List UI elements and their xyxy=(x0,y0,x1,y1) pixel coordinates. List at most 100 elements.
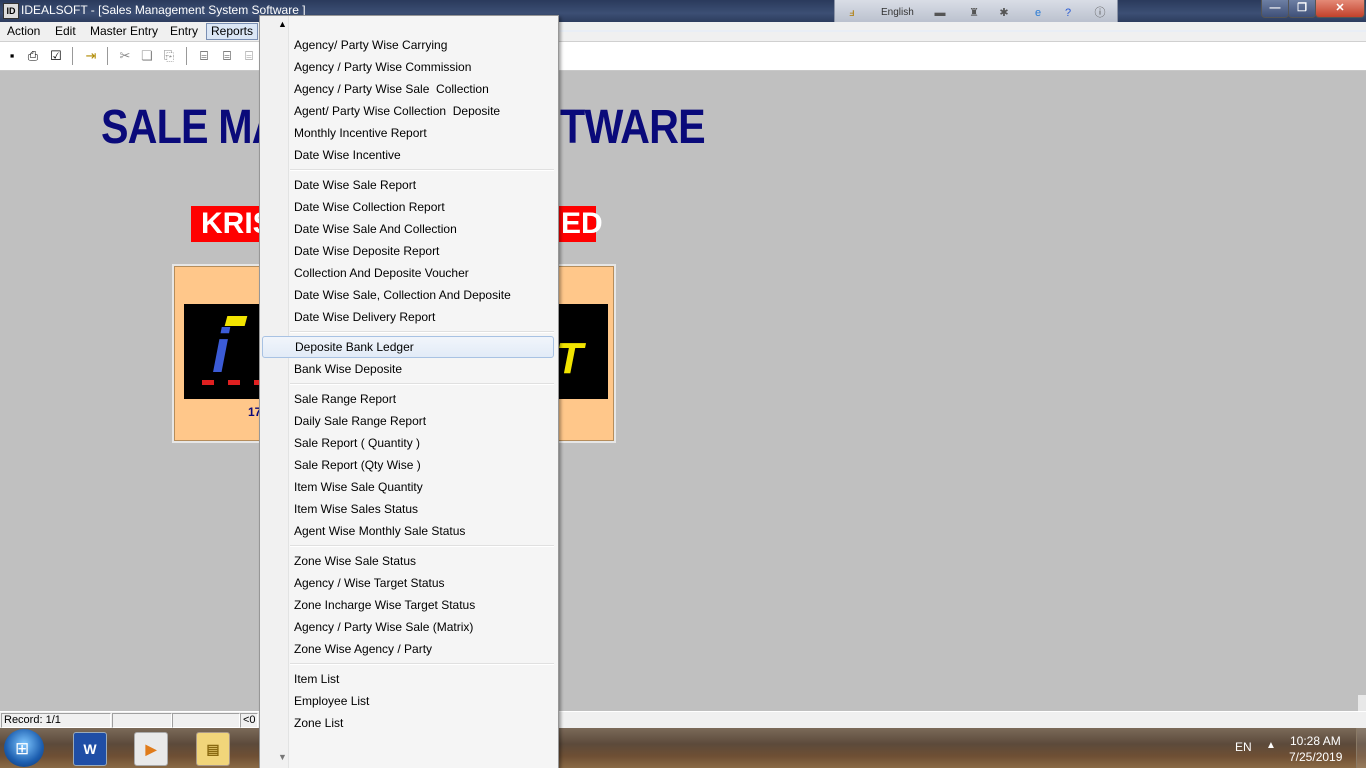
toolbar-separator xyxy=(186,47,187,65)
scroll-up-icon[interactable]: ▲ xyxy=(278,19,287,29)
menu-item-date-wise-deposite-report[interactable]: Date Wise Deposite Report xyxy=(262,240,552,262)
menu-item-daily-sale-range-report[interactable]: Daily Sale Range Report xyxy=(262,410,552,432)
menu-item-label: Date Wise Delivery Report xyxy=(294,310,436,324)
start-button[interactable]: ⊞ xyxy=(4,729,44,767)
menu-item-date-wise-sale-collection-and-deposite[interactable]: Date Wise Sale, Collection And Deposite xyxy=(262,284,552,306)
print-icon[interactable]: ⎙ xyxy=(24,47,42,65)
media-player-icon[interactable]: ▶ xyxy=(134,732,168,766)
logo-letter: i xyxy=(212,317,230,386)
menu-item-date-wise-collection-report[interactable]: Date Wise Collection Report xyxy=(262,196,552,218)
help-icon[interactable]: ? xyxy=(1061,7,1075,19)
menu-item-label: Agency / Wise Target Status xyxy=(294,576,445,590)
save-icon[interactable]: ▪ xyxy=(3,47,21,65)
language-indicator[interactable]: EN xyxy=(1235,740,1252,754)
menu-separator xyxy=(290,663,554,665)
menu-item-agent-wise-monthly-sale-status[interactable]: Agent Wise Monthly Sale Status xyxy=(262,520,552,542)
toolbar-icon[interactable]: ♜ xyxy=(967,7,981,19)
menu-item-label: Zone Wise Agency / Party xyxy=(294,642,433,656)
menu-item-agency-party-wise-sale-collection[interactable]: Agency / Party Wise Sale Collection xyxy=(262,78,552,100)
menu-item-item-wise-sales-status[interactable]: Item Wise Sales Status xyxy=(262,498,552,520)
toolbar-separator xyxy=(107,47,108,65)
language-label[interactable]: English xyxy=(881,7,914,18)
menu-action[interactable]: Action xyxy=(3,23,44,40)
info-icon[interactable]: ⓘ xyxy=(1093,7,1107,19)
menu-item-label: Zone List xyxy=(294,716,344,730)
menu-item-employee-list[interactable]: Employee List xyxy=(262,690,552,712)
menu-item-label: Agency / Party Wise Sale (Matrix) xyxy=(294,620,474,634)
menu-item-monthly-incentive-report[interactable]: Monthly Incentive Report xyxy=(262,122,552,144)
menu-item-label: Agency / Party Wise Sale Collection xyxy=(294,82,489,96)
menu-item-label: Agency/ Party Wise Carrying xyxy=(294,38,448,52)
browser-icon[interactable]: e xyxy=(1031,7,1045,19)
menu-item-sale-report-quantity[interactable]: Sale Report ( Quantity ) xyxy=(262,432,552,454)
menu-item-date-wise-incentive[interactable]: Date Wise Incentive xyxy=(262,144,552,166)
clock-date[interactable]: 7/25/2019 xyxy=(1289,750,1342,764)
menu-item-agency-party-wise-commission[interactable]: Agency / Party Wise Commission xyxy=(262,56,552,78)
menu-item-zone-list[interactable]: Zone List xyxy=(262,712,552,734)
print-preview-icon[interactable]: ☑ xyxy=(47,47,65,65)
menu-item-label: Date Wise Sale And Collection xyxy=(294,222,457,236)
query-run-icon[interactable]: ⌸ xyxy=(218,47,236,65)
menu-item-item-list[interactable]: Item List xyxy=(262,668,552,690)
cut-icon[interactable]: ✂ xyxy=(116,47,134,65)
menu-item-item-wise-sale-quantity[interactable]: Item Wise Sale Quantity xyxy=(262,476,552,498)
menu-item-agency-wise-target-status[interactable]: Agency / Wise Target Status xyxy=(262,572,552,594)
menu-item-date-wise-delivery-report[interactable]: Date Wise Delivery Report xyxy=(262,306,552,328)
menu-item-collection-and-deposite-voucher[interactable]: Collection And Deposite Voucher xyxy=(262,262,552,284)
maximize-button[interactable]: ❐ xyxy=(1288,0,1316,18)
clock-time[interactable]: 10:28 AM xyxy=(1290,734,1341,748)
keyboard-icon[interactable]: ▬ xyxy=(933,7,947,19)
menu-item-label: Item List xyxy=(294,672,340,686)
query-icon[interactable]: ⌸ xyxy=(195,47,213,65)
menu-item-label: Employee List xyxy=(294,694,370,708)
menu-item-date-wise-sale-report[interactable]: Date Wise Sale Report xyxy=(262,174,552,196)
menu-edit[interactable]: Edit xyxy=(51,23,80,40)
menu-item-label: Date Wise Sale, Collection And Deposite xyxy=(294,288,511,302)
menu-item-zone-wise-sale-status[interactable]: Zone Wise Sale Status xyxy=(262,550,552,572)
menu-item-label: Date Wise Incentive xyxy=(294,148,401,162)
menu-item-deposite-bank-ledger[interactable]: Deposite Bank Ledger xyxy=(262,336,554,358)
menu-item-zone-incharge-wise-target-status[interactable]: Zone Incharge Wise Target Status xyxy=(262,594,552,616)
exit-icon[interactable]: ⇥ xyxy=(82,47,100,65)
reports-dropdown: ▲ Agency/ Party Wise Carrying Agency / Pa… xyxy=(259,15,559,768)
menu-item-sale-range-report[interactable]: Sale Range Report xyxy=(262,388,552,410)
menu-bar-divider xyxy=(557,30,1366,32)
menu-item-label: Agency / Party Wise Commission xyxy=(294,60,472,74)
copy-icon[interactable]: ❏ xyxy=(138,47,156,65)
menu-item-label: Zone Wise Sale Status xyxy=(294,554,417,568)
menu-item-sale-report-qty-wise[interactable]: Sale Report (Qty Wise ) xyxy=(262,454,552,476)
menu-item-zone-wise-agency-party[interactable]: Zone Wise Agency / Party xyxy=(262,638,552,660)
menu-item-label: Daily Sale Range Report xyxy=(294,414,427,428)
tray-expand-icon[interactable]: ▲ xyxy=(1266,740,1276,751)
menu-bar: Action Edit Master Entry Entry Reports xyxy=(0,22,1366,42)
menu-item-bank-wise-deposite[interactable]: Bank Wise Deposite xyxy=(262,358,552,380)
app-icon[interactable]: ID xyxy=(3,3,19,19)
file-explorer-icon[interactable]: ▤ xyxy=(196,732,230,766)
settings-icon[interactable]: ✱ xyxy=(997,7,1011,19)
menu-separator xyxy=(290,169,554,171)
menu-item-date-wise-sale-and-collection[interactable]: Date Wise Sale And Collection xyxy=(262,218,552,240)
menu-item-label: Date Wise Sale Report xyxy=(294,178,417,192)
show-desktop-button[interactable] xyxy=(1356,728,1366,768)
scroll-down-icon[interactable]: ▼ xyxy=(278,752,287,762)
menu-reports[interactable]: Reports xyxy=(206,23,259,40)
paste-icon[interactable]: ⎘ xyxy=(160,47,178,65)
status-cell xyxy=(112,713,172,728)
menu-entry[interactable]: Entry xyxy=(166,23,202,40)
word-icon[interactable]: W xyxy=(73,732,107,766)
menu-item-agency-party-wise-sale-matrix[interactable]: Agency / Party Wise Sale (Matrix) xyxy=(262,616,552,638)
menu-item-agency-party-wise-carrying[interactable]: Agency/ Party Wise Carrying xyxy=(262,34,552,56)
menu-item-agent-party-wise-collection-deposite[interactable]: Agent/ Party Wise Collection Deposite xyxy=(262,100,552,122)
menu-master-entry[interactable]: Master Entry xyxy=(86,23,162,40)
ime-icon[interactable]: ⅎ xyxy=(845,7,859,19)
logo-letter-t: T xyxy=(556,334,583,383)
query-cancel-icon[interactable]: ⌸ xyxy=(240,47,258,65)
menu-item-label: Zone Incharge Wise Target Status xyxy=(294,598,476,612)
menu-separator xyxy=(290,331,554,333)
toolbar: ▪ ⎙ ☑ ⇥ ✂ ❏ ⎘ ⌸ ⌸ ⌸ xyxy=(0,42,1366,71)
toolbar-separator xyxy=(72,47,73,65)
menu-item-label: Monthly Incentive Report xyxy=(294,126,427,140)
minimize-button[interactable]: — xyxy=(1261,0,1289,18)
heading-left: SALE MA xyxy=(101,101,282,154)
close-button[interactable]: ✕ xyxy=(1315,0,1365,18)
